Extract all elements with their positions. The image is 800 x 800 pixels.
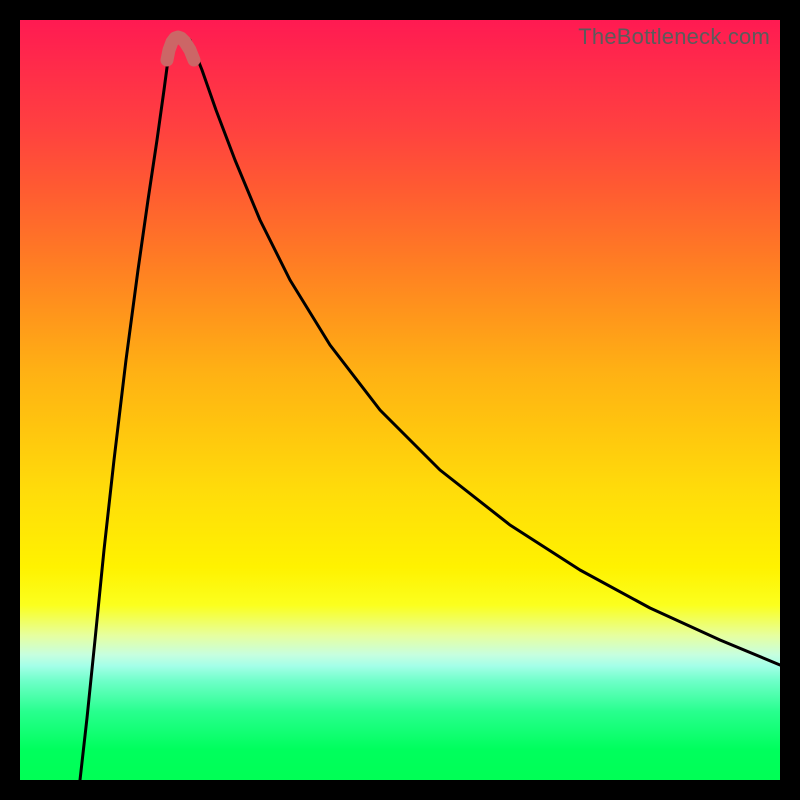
series-container xyxy=(80,37,780,780)
series-right-branch xyxy=(190,40,780,665)
chart-frame: TheBottleneck.com xyxy=(20,20,780,780)
chart-svg xyxy=(20,20,780,780)
series-trough-highlight xyxy=(167,37,194,60)
series-left-branch xyxy=(80,40,171,780)
